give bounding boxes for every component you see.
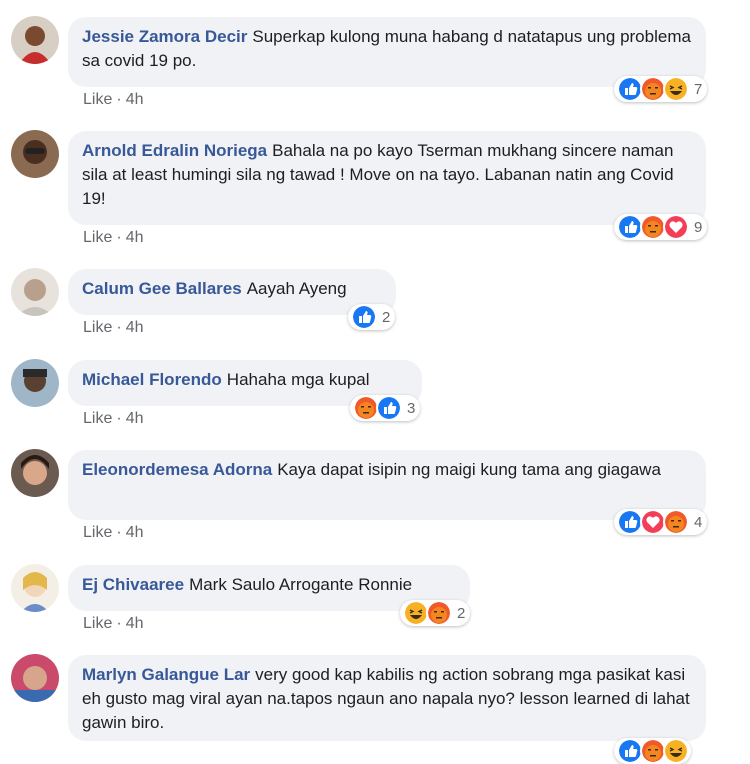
avatar[interactable] xyxy=(11,564,59,612)
like-link[interactable]: Like xyxy=(83,91,112,108)
comment-timestamp[interactable]: 4h xyxy=(126,615,144,632)
separator-dot: · xyxy=(116,524,122,541)
reaction-summary[interactable] xyxy=(614,738,691,764)
avatar[interactable] xyxy=(11,359,59,407)
comment-timestamp[interactable]: 4h xyxy=(126,319,144,336)
comment-timestamp[interactable]: 4h xyxy=(126,229,144,246)
comment-author[interactable]: Calum Gee Ballares xyxy=(82,279,242,298)
like-link[interactable]: Like xyxy=(83,615,112,632)
like-reaction-icon xyxy=(351,304,377,330)
separator-dot: · xyxy=(116,319,122,336)
comment-text: Mark Saulo Arrogante Ronnie xyxy=(189,575,413,594)
comment-timestamp[interactable]: 4h xyxy=(126,410,144,427)
comment-meta: Like · 4h xyxy=(83,615,143,633)
comment-meta: Like · 4h xyxy=(83,410,143,428)
reaction-count: 4 xyxy=(694,513,703,531)
avatar[interactable] xyxy=(11,130,59,178)
comment-meta: Like · 4h xyxy=(83,524,143,542)
like-link[interactable]: Like xyxy=(83,229,112,246)
reaction-count: 2 xyxy=(457,604,466,622)
reaction-summary[interactable]: 4 xyxy=(614,509,708,535)
comment-meta: Like · 4h xyxy=(83,319,143,337)
comment-author[interactable]: Eleonordemesa Adorna xyxy=(82,460,272,479)
like-link[interactable]: Like xyxy=(83,410,112,427)
separator-dot: · xyxy=(116,615,122,632)
comment-author[interactable]: Ej Chivaaree xyxy=(82,575,184,594)
comment-author[interactable]: Arnold Edralin Noriega xyxy=(82,141,267,160)
like-link[interactable]: Like xyxy=(83,319,112,336)
reaction-summary[interactable]: 7 xyxy=(614,76,708,102)
like-link[interactable]: Like xyxy=(83,524,112,541)
like-reaction-icon xyxy=(376,395,402,421)
comment-meta: Like · 4h xyxy=(83,91,143,109)
comment-timestamp[interactable]: 4h xyxy=(126,524,144,541)
separator-dot: · xyxy=(116,410,122,427)
comment-timestamp[interactable]: 4h xyxy=(126,91,144,108)
haha-reaction-icon xyxy=(663,76,689,102)
angry-reaction-icon xyxy=(663,509,689,535)
avatar[interactable] xyxy=(11,268,59,316)
comment-text: Aayah Ayeng xyxy=(246,279,347,298)
separator-dot: · xyxy=(116,91,122,108)
reaction-summary[interactable]: 2 xyxy=(400,600,471,626)
comment-bubble: Arnold Edralin Noriega Bahala na po kayo … xyxy=(68,131,706,225)
reaction-count: 3 xyxy=(407,399,416,417)
comment-bubble: Calum Gee Ballares Aayah Ayeng xyxy=(68,269,396,315)
comment-author[interactable]: Marlyn Galangue Lar xyxy=(82,665,250,684)
comment-text: Hahaha mga kupal xyxy=(226,370,370,389)
reaction-summary[interactable]: 2 xyxy=(348,304,396,330)
love-reaction-icon xyxy=(663,214,689,240)
reaction-count: 9 xyxy=(694,218,703,236)
comment-author[interactable]: Michael Florendo xyxy=(82,370,222,389)
avatar[interactable] xyxy=(11,654,59,702)
comment-text: Kaya dapat isipin ng maigi kung tama ang… xyxy=(277,460,661,479)
comment-bubble: Marlyn Galangue Lar very good kap kabilis… xyxy=(68,655,706,741)
reaction-summary[interactable]: 3 xyxy=(350,395,421,421)
avatar[interactable] xyxy=(11,449,59,497)
reaction-count: 2 xyxy=(382,308,391,326)
reaction-count: 7 xyxy=(694,80,703,98)
separator-dot: · xyxy=(116,229,122,246)
comment-meta: Like · 4h xyxy=(83,229,143,247)
angry-reaction-icon xyxy=(426,600,452,626)
haha-reaction-icon xyxy=(663,738,689,764)
comment-author[interactable]: Jessie Zamora Decir xyxy=(82,27,247,46)
avatar[interactable] xyxy=(11,16,59,64)
reaction-summary[interactable]: 9 xyxy=(614,214,708,240)
comment-bubble: Eleonordemesa Adorna Kaya dapat isipin ng… xyxy=(68,450,706,520)
comment-bubble: Jessie Zamora Decir Superkap kulong muna … xyxy=(68,17,706,87)
